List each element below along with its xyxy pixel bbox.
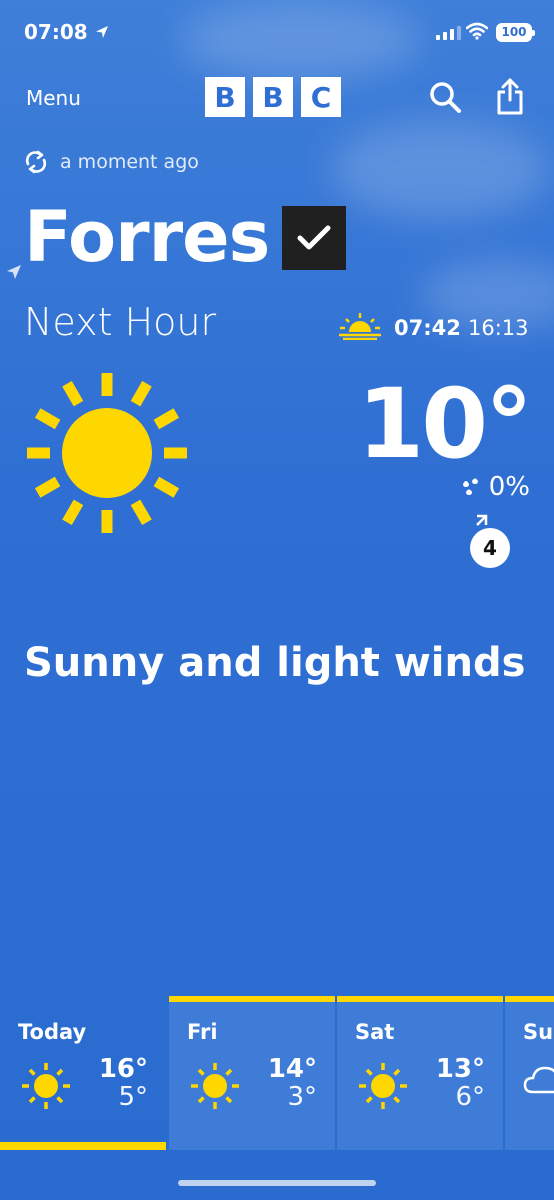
forecast-strip[interactable]: Today 16° 5° Fri 14° 3° Sat 13° 6° Su — [0, 996, 554, 1150]
cloud-decoration — [330, 120, 550, 220]
forecast-high: 14° — [267, 1054, 317, 1084]
forecast-low: 6° — [455, 1082, 485, 1112]
sun-icon — [191, 1063, 239, 1109]
current-location-icon — [7, 265, 21, 279]
forecast-low: 3° — [287, 1082, 317, 1112]
forecast-day-label: Fri — [187, 1020, 218, 1044]
sunrise-icon — [339, 313, 381, 340]
logo-letter: B — [205, 77, 245, 117]
rain-chance-value: 0% — [488, 472, 530, 502]
forecast-high: 13° — [435, 1054, 485, 1084]
period-title: Next Hour — [24, 300, 217, 344]
menu-button[interactable]: Menu — [26, 86, 81, 110]
sun-icon — [359, 1063, 407, 1109]
logo-letter: C — [301, 77, 341, 117]
share-icon[interactable] — [496, 78, 524, 116]
forecast-day-label: Su — [523, 1020, 554, 1044]
sun-icon — [22, 1063, 70, 1109]
wind-indicator: 4 — [470, 512, 512, 568]
last-updated[interactable]: a moment ago — [24, 150, 199, 174]
refresh-icon — [25, 150, 47, 174]
cloud-icon — [523, 1066, 554, 1094]
selected-indicator — [0, 1142, 166, 1150]
bbc-logo[interactable]: B B C — [205, 77, 341, 117]
weather-summary: Sunny and light winds — [24, 640, 526, 686]
forecast-day-label: Today — [18, 1020, 87, 1044]
forecast-high: 16° — [98, 1054, 148, 1084]
location-services-icon — [96, 26, 108, 38]
forecast-low: 5° — [118, 1082, 148, 1112]
battery-indicator: 100 — [496, 23, 535, 42]
forecast-day-today[interactable]: Today 16° 5° — [0, 996, 166, 1150]
cellular-signal-icon — [436, 26, 461, 40]
last-updated-text: a moment ago — [60, 151, 199, 173]
location-name: Forres — [24, 196, 270, 278]
raindrops-icon — [462, 478, 478, 495]
wind-speed: 4 — [470, 528, 510, 568]
current-temperature: 10° — [357, 368, 533, 480]
sunrise-time: 07:42 — [394, 316, 461, 340]
forecast-day-sat[interactable]: Sat 13° 6° — [337, 996, 503, 1150]
search-icon[interactable] — [428, 80, 462, 114]
forecast-day-sun[interactable]: Su — [505, 996, 554, 1150]
logo-letter: B — [253, 77, 293, 117]
sun-icon — [27, 373, 187, 533]
wifi-icon — [466, 22, 488, 40]
forecast-day-fri[interactable]: Fri 14° 3° — [169, 996, 335, 1150]
forecast-accent-bar — [337, 996, 503, 1002]
status-time: 07:08 — [24, 20, 88, 44]
status-bar: 07:08 100 — [0, 0, 554, 70]
favourite-location-button[interactable] — [282, 206, 346, 270]
home-indicator[interactable] — [178, 1180, 376, 1186]
forecast-accent-bar — [505, 996, 554, 1002]
checkmark-icon — [297, 225, 331, 250]
forecast-accent-bar — [169, 996, 335, 1002]
forecast-day-label: Sat — [355, 1020, 395, 1044]
sunset-time: 16:13 — [468, 316, 529, 340]
rain-chance: 0% — [459, 472, 530, 502]
